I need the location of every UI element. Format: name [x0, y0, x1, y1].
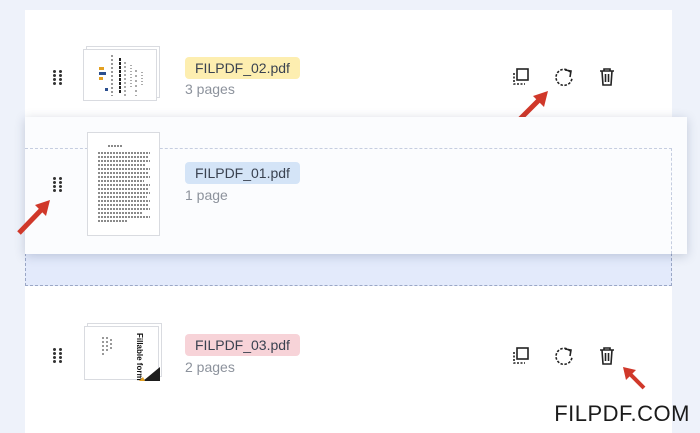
rotate-icon[interactable]	[553, 66, 575, 88]
file-thumbnail	[87, 132, 160, 236]
file-name-badge: FILPDF_01.pdf	[185, 162, 300, 184]
page-count: 2 pages	[185, 359, 235, 375]
watermark: FILPDF.COM	[554, 401, 690, 426]
thumbnail-form-title: Fillable form PDF	[135, 333, 144, 381]
file-thumbnail	[83, 49, 157, 101]
drag-handle-icon[interactable]	[53, 177, 62, 193]
drag-handle-icon[interactable]	[53, 70, 62, 86]
drag-handle-icon[interactable]	[53, 348, 62, 364]
form-page-preview: Fillable form PDF	[102, 333, 160, 399]
duplicate-icon[interactable]	[510, 66, 532, 88]
page-count: 3 pages	[185, 81, 235, 97]
rotate-icon[interactable]	[553, 345, 575, 367]
file-thumbnail: Fillable form PDF	[84, 326, 160, 399]
duplicate-icon[interactable]	[510, 345, 532, 367]
page-count: 1 page	[185, 187, 228, 203]
file-name-badge: FILPDF_02.pdf	[185, 57, 300, 79]
text-page-preview	[98, 145, 150, 222]
file-name-badge: FILPDF_03.pdf	[185, 334, 300, 356]
trash-icon[interactable]	[596, 345, 618, 367]
drop-outline-right	[671, 148, 672, 254]
trash-icon[interactable]	[596, 66, 618, 88]
chart-page-preview	[99, 55, 143, 96]
red-arrow-icon	[17, 200, 50, 235]
red-arrow-icon	[623, 367, 646, 390]
